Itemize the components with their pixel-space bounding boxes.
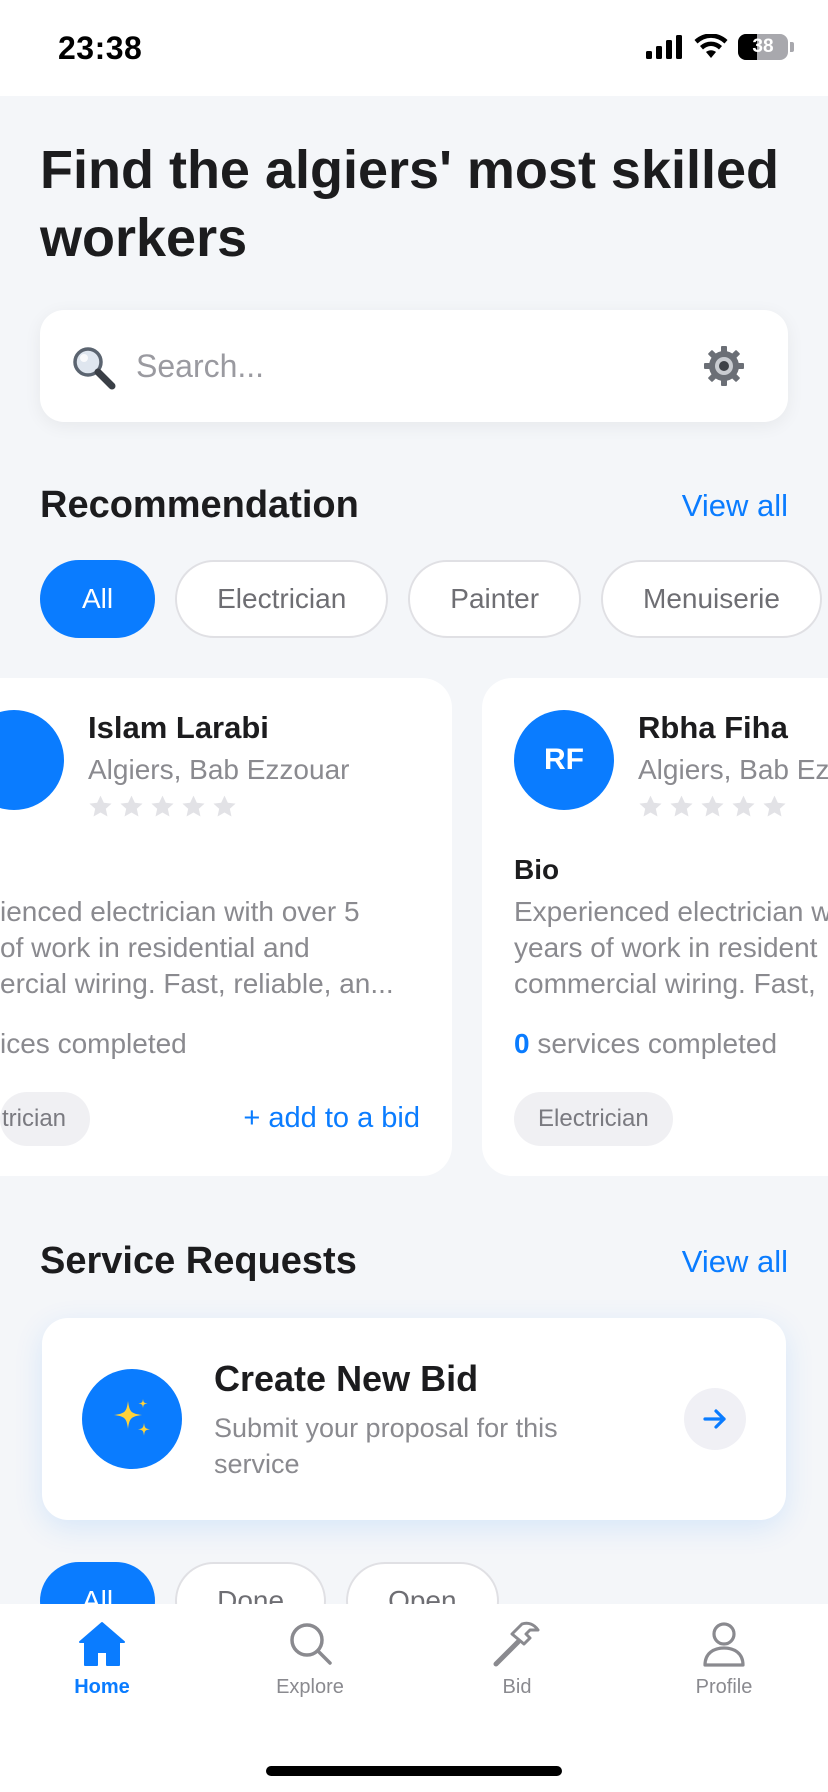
filter-chip-all[interactable]: All [40,560,156,638]
arrow-right-button[interactable] [684,1388,746,1450]
worker-location: Algiers, Bab Ezzouar [88,754,350,785]
bio-line: ercial wiring. Fast, reliable, an... [0,968,394,999]
services-completed: 0 services completed [514,1028,777,1060]
tab-label: Profile [695,1676,753,1698]
status-icons: 38 [646,34,794,60]
person-icon [703,1622,745,1667]
home-icon [79,1622,125,1666]
bio-line: of work in residential and [0,932,310,963]
filter-chip-menuiserie[interactable]: Menuiserie [601,560,822,638]
star-icon [763,795,786,817]
tab-profile[interactable]: Profile [654,1620,794,1699]
page-title: Find the algiers' most skilled workers [40,140,780,268]
bottom-tab-bar: Home Explore Bid Profile [0,1604,828,1792]
tab-label: Bid [502,1676,532,1698]
worker-name: Rbha Fiha [638,710,788,745]
avatar [0,710,64,810]
bio-label: Bio [514,854,560,885]
category-tag: trician [0,1092,91,1146]
star-icon [213,795,236,817]
search-input[interactable] [136,340,696,392]
create-bid-title: Create New Bid [214,1358,479,1399]
worker-bio: Experienced electrician w years of work … [514,894,828,1002]
home-indicator[interactable] [266,1766,562,1776]
services-completed-label: services completed [529,1028,778,1059]
tab-label: Explore [276,1676,344,1698]
tab-home[interactable]: Home [32,1620,172,1699]
star-icon [670,795,693,817]
search-icon [73,347,116,390]
star-icon [89,795,112,817]
worker-card[interactable]: RF Rbha Fiha Algiers, Bab Ez Bio Experie… [482,678,828,1176]
filter-chip-electrician[interactable]: Electrician [175,560,389,638]
sparkles-glyph [114,1399,150,1436]
category-tag: Electrician [514,1092,673,1146]
recommendation-view-all-link[interactable]: View all [682,488,788,524]
bio-line: commercial wiring. Fast, [514,968,816,999]
search-bar[interactable] [40,310,788,422]
create-bid-card[interactable]: Create New Bid Submit your proposal for … [42,1318,786,1520]
rating-stars [638,794,787,819]
cellular-signal-icon [646,35,682,59]
avatar: RF [514,710,614,810]
star-icon [701,795,724,817]
create-bid-subtitle: Submit your proposal for this service [214,1413,558,1479]
sparkles-icon [82,1369,182,1469]
wifi-icon [694,34,728,58]
star-icon [120,795,143,817]
bio-line: Experienced electrician w [514,896,828,927]
status-time: 23:38 [58,30,143,66]
worker-name: Islam Larabi [88,710,269,745]
bio-line: ienced electrician with over 5 [0,896,360,927]
gear-icon[interactable] [702,344,746,388]
add-to-bid-link[interactable]: + add to a bid [243,1102,420,1135]
search-icon [290,1623,332,1665]
star-icon [639,795,662,817]
services-completed-count: 0 [514,1028,530,1059]
service-requests-title: Service Requests [40,1240,357,1282]
battery-icon: 38 [738,34,788,60]
worker-location: Algiers, Bab Ez [638,754,828,785]
star-icon [732,795,755,817]
arrow-right-icon [703,1409,726,1429]
rating-stars [88,794,237,819]
status-bar: 23:38 38 [0,0,828,96]
star-icon [182,795,205,817]
hammer-icon [493,1621,540,1667]
tab-label: Home [74,1676,130,1698]
tab-explore[interactable]: Explore [240,1620,380,1699]
star-icon [151,795,174,817]
recommendation-filter-chips: All Electrician Painter Menuiserie [40,560,822,638]
battery-nub [790,42,794,52]
recommendation-title: Recommendation [40,484,359,526]
worker-cards-carousel[interactable]: Islam Larabi Algiers, Bab Ezzouar ienced… [0,678,828,1176]
filter-chip-painter[interactable]: Painter [408,560,582,638]
bio-line: years of work in resident [514,932,818,963]
worker-bio: ienced electrician with over 5 of work i… [0,894,480,1002]
services-completed-label: ices completed [0,1028,187,1059]
services-completed: ices completed [0,1028,187,1060]
service-requests-view-all-link[interactable]: View all [682,1244,788,1280]
battery-level: 38 [752,36,774,57]
worker-card[interactable]: Islam Larabi Algiers, Bab Ezzouar ienced… [0,678,452,1176]
tab-bid[interactable]: Bid [447,1620,587,1699]
